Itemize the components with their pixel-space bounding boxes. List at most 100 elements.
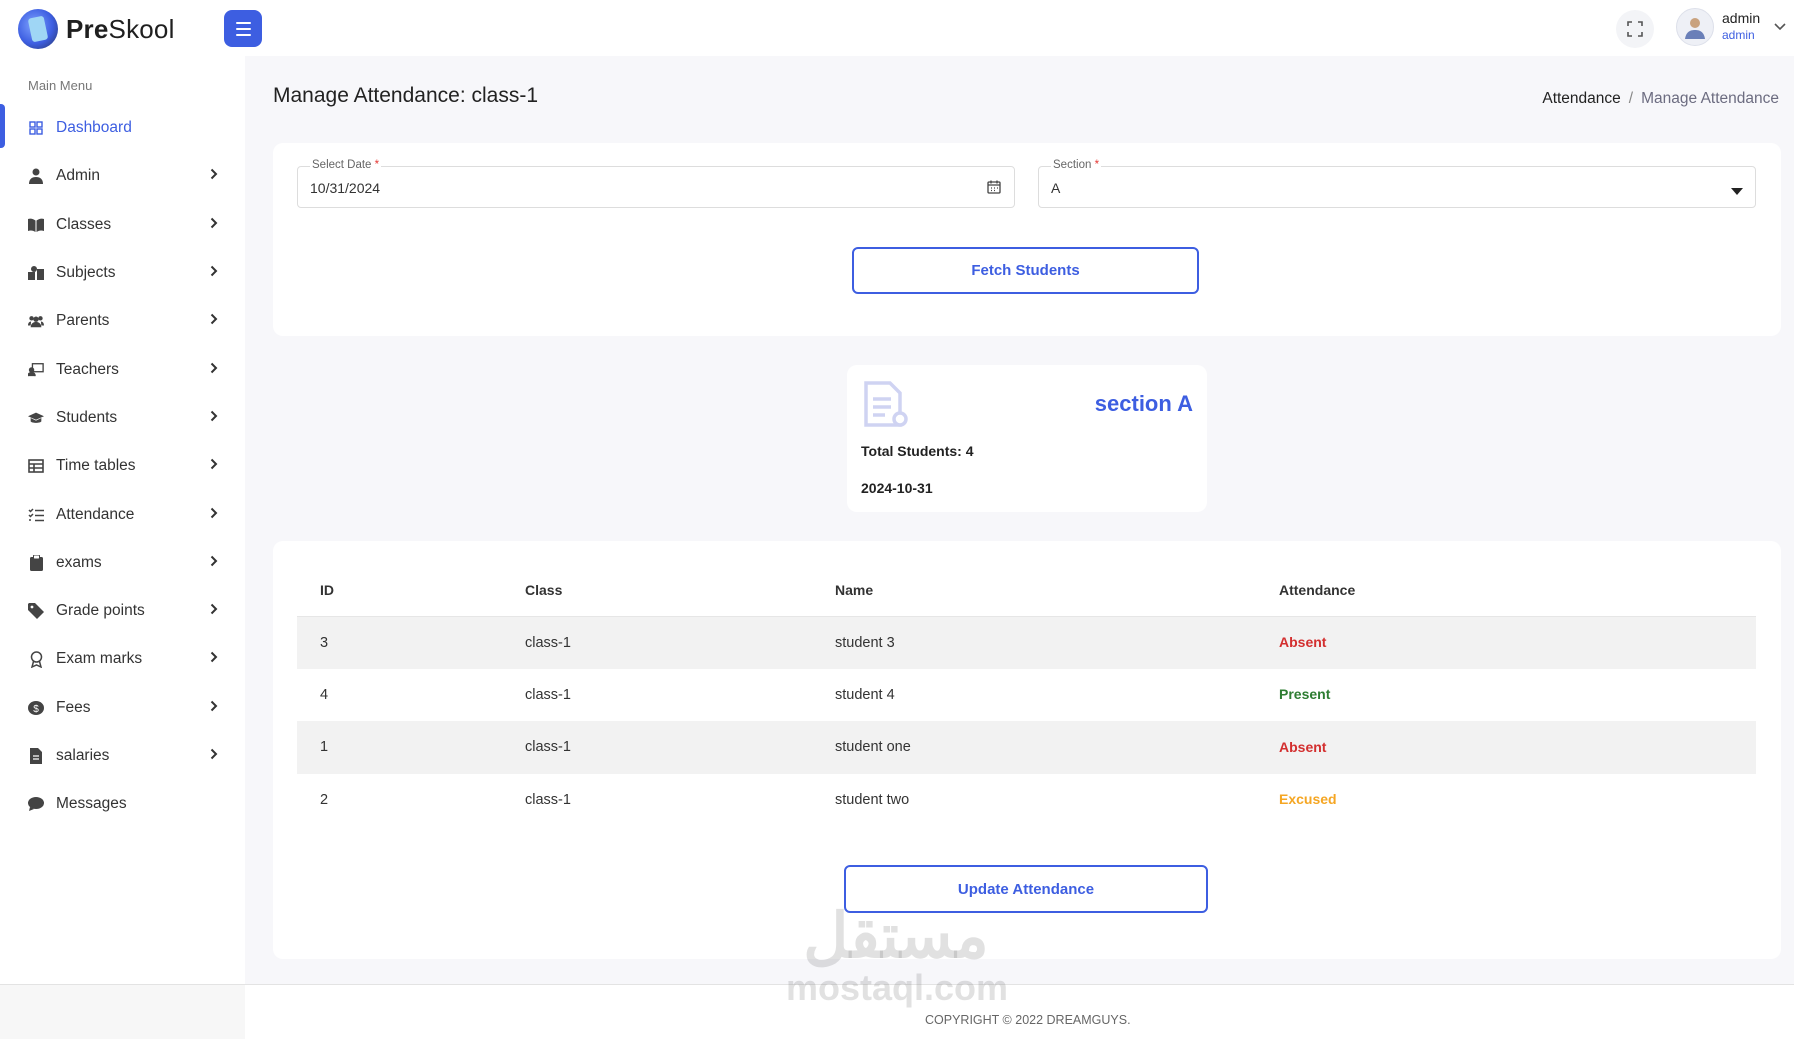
- cell-name: student 3: [812, 616, 1256, 669]
- clipboard-icon: [28, 554, 44, 571]
- date-field[interactable]: Select Date * 10/31/2024: [297, 159, 1015, 208]
- section-select-value[interactable]: A: [1051, 180, 1060, 196]
- sidebar-item-dashboard[interactable]: Dashboard: [0, 104, 245, 152]
- chat-icon: [28, 796, 44, 812]
- cell-class: class-1: [525, 791, 571, 808]
- footer: COPYRIGHT © 2022 DREAMGUYS.: [0, 984, 1794, 1039]
- sidebar-title: Main Menu: [28, 78, 93, 93]
- cell-class: class-1: [502, 616, 812, 669]
- sidebar-item-grade-points[interactable]: Grade points: [0, 587, 245, 635]
- chevron-right-icon: [210, 167, 218, 185]
- column-header-class[interactable]: Class: [502, 565, 812, 617]
- sidebar-item-label: Classes: [56, 215, 112, 233]
- admin-user-icon: [28, 168, 44, 185]
- chevron-right-icon: [210, 747, 218, 765]
- cell-id: 1: [297, 721, 502, 774]
- grid-icon: [28, 120, 44, 136]
- sidebar-item-label: Attendance: [56, 505, 135, 523]
- sidebar-item-label: Admin: [56, 167, 100, 185]
- sidebar-item-students[interactable]: Students: [0, 394, 245, 442]
- sidebar-item-label: Time tables: [56, 457, 136, 475]
- sidebar-item-exams[interactable]: exams: [0, 539, 245, 587]
- attendance-table: ID Class Name Attendance 3 class-1 student…: [297, 565, 1756, 826]
- summary-date: 2024-10-31: [861, 480, 933, 496]
- fullscreen-icon[interactable]: [1616, 10, 1654, 48]
- sidebar-item-exam-marks[interactable]: Exam marks: [0, 635, 245, 683]
- sidebar-item-teachers[interactable]: Teachers: [0, 345, 245, 393]
- update-attendance-button[interactable]: Update Attendance: [844, 865, 1208, 913]
- sidebar-item-label: Grade points: [56, 602, 145, 620]
- section-select[interactable]: Section * A: [1038, 159, 1756, 208]
- sidebar-item-parents[interactable]: Parents: [0, 297, 245, 345]
- chevron-right-icon: [210, 216, 218, 234]
- sidebar-item-admin[interactable]: Admin: [0, 152, 245, 200]
- breadcrumb: Attendance / Manage Attendance: [1542, 90, 1779, 108]
- sidebar-item-attendance[interactable]: Attendance: [0, 490, 245, 538]
- attendance-status[interactable]: Excused: [1279, 791, 1337, 807]
- cell-name: student 4: [835, 686, 895, 703]
- chevron-right-icon: [210, 554, 218, 572]
- sidebar-item-subjects[interactable]: Subjects: [0, 249, 245, 297]
- breadcrumb-attendance-link[interactable]: Attendance: [1542, 90, 1620, 108]
- sidebar-menu: Dashboard Admin Classes Subjects Parents Teac…: [0, 104, 245, 828]
- chevron-right-icon: [210, 409, 218, 427]
- cell-name: student one: [812, 721, 1256, 774]
- app-logo[interactable]: PreSkool: [18, 9, 175, 49]
- sidebar-item-label: salaries: [56, 747, 110, 764]
- chevron-right-icon: [210, 602, 218, 620]
- user-menu[interactable]: admin admin: [1676, 8, 1786, 46]
- users-icon: [28, 313, 44, 329]
- logo-icon: [18, 9, 58, 49]
- top-header: PreSkool admin admin: [0, 0, 1794, 56]
- sidebar-item-label: Messages: [56, 795, 127, 813]
- breadcrumb-separator: /: [1628, 90, 1634, 107]
- calendar-icon[interactable]: [986, 179, 1002, 200]
- checklist-icon: [28, 507, 44, 523]
- cell-class: class-1: [525, 686, 571, 703]
- column-header-attendance[interactable]: Attendance: [1256, 565, 1756, 617]
- menu-toggle-button[interactable]: [224, 10, 262, 47]
- document-icon: [860, 379, 908, 434]
- chevron-right-icon: [210, 312, 218, 330]
- sidebar-item-label: Fees: [56, 698, 91, 716]
- user-role: admin: [1722, 28, 1755, 42]
- sidebar-item-fees[interactable]: $ Fees: [0, 684, 245, 732]
- date-field-value[interactable]: 10/31/2024: [310, 180, 380, 196]
- sidebar-item-messages[interactable]: Messages: [0, 780, 245, 828]
- summary-section-title: section A: [1094, 391, 1193, 416]
- table-row: 4 class-1 student 4 Present: [297, 669, 1756, 722]
- subjects-icon: [28, 265, 44, 281]
- attendance-status[interactable]: Absent: [1279, 739, 1326, 755]
- table-row: 2 class-1 student two Excused: [297, 774, 1756, 827]
- sidebar-item-label: exams: [56, 553, 102, 571]
- table-row: 1 class-1 student one Absent: [297, 721, 1756, 774]
- chevron-right-icon: [210, 699, 218, 717]
- award-icon: [28, 651, 44, 668]
- sidebar-item-label: Exam marks: [56, 650, 143, 668]
- sidebar-item-salaries[interactable]: salaries: [0, 732, 245, 780]
- date-field-label: Select Date *: [310, 159, 382, 171]
- graduation-cap-icon: [28, 410, 44, 426]
- attendance-status[interactable]: Absent: [1279, 634, 1326, 650]
- chevron-down-icon[interactable]: [1774, 18, 1786, 36]
- column-header-name[interactable]: Name: [812, 565, 1256, 617]
- book-icon: [28, 217, 44, 233]
- sidebar-item-time-tables[interactable]: Time tables: [0, 442, 245, 490]
- logo-text: PreSkool: [66, 13, 175, 44]
- avatar: [1676, 8, 1714, 46]
- copyright-text: COPYRIGHT © 2022 DREAMGUYS.: [925, 1013, 1131, 1027]
- column-header-id[interactable]: ID: [297, 565, 502, 617]
- user-name: admin: [1722, 10, 1761, 26]
- svg-text:$: $: [33, 704, 39, 715]
- cell-name: student two: [835, 791, 910, 808]
- caret-down-icon[interactable]: [1731, 183, 1743, 201]
- sidebar-item-label: Dashboard: [56, 119, 132, 137]
- cell-id: 4: [320, 686, 329, 703]
- section-summary-card: section A Total Students: 4 2024-10-31: [847, 365, 1207, 512]
- sidebar-item-classes[interactable]: Classes: [0, 201, 245, 249]
- sidebar-item-label: Teachers: [56, 360, 119, 378]
- attendance-status[interactable]: Present: [1279, 686, 1330, 702]
- fetch-students-button[interactable]: Fetch Students: [852, 247, 1199, 294]
- chevron-right-icon: [210, 506, 218, 524]
- chevron-right-icon: [210, 361, 218, 379]
